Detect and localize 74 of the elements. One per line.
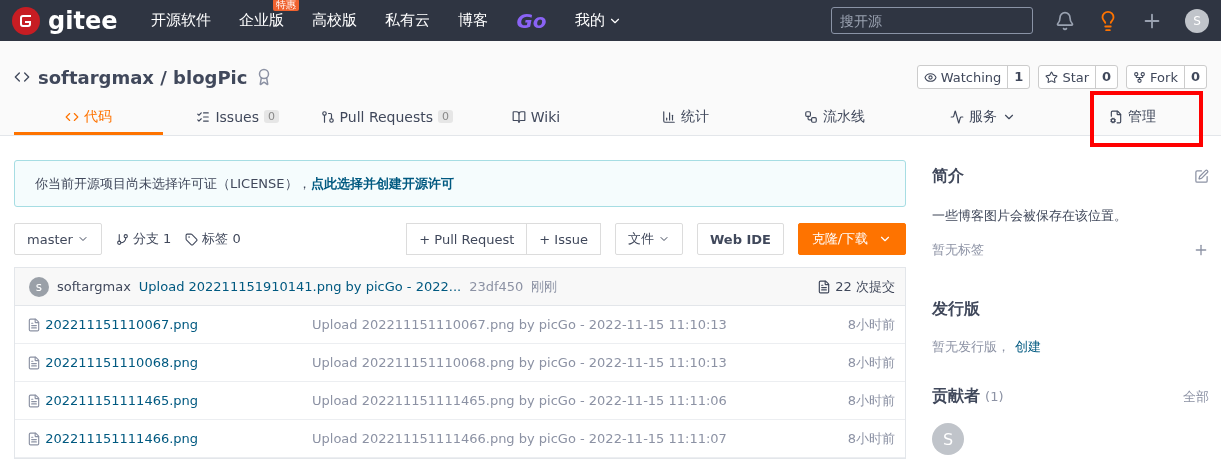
nav-link[interactable]: 开源软件	[151, 11, 212, 30]
nav-link[interactable]: 私有云	[385, 11, 431, 30]
workflow-icon	[803, 109, 818, 124]
bell-icon[interactable]	[1055, 10, 1075, 31]
nav-link[interactable]: 高校版	[312, 11, 358, 30]
pulse-icon	[950, 109, 965, 124]
contributor-count: (1)	[985, 389, 1004, 404]
logo-icon	[12, 6, 40, 35]
commit-time: 刚刚	[531, 277, 558, 296]
repo-tab[interactable]: 统计	[610, 101, 760, 135]
file-time: 8小时前	[847, 315, 895, 334]
tag-icon	[185, 232, 199, 246]
license-link[interactable]: 点此选择并创建开源许可	[310, 174, 454, 193]
section-title: 贡献者	[932, 386, 980, 405]
file-icon	[27, 393, 41, 408]
releases-empty-text: 暂无发行版，	[932, 339, 1010, 354]
repo-title: softargmax / blogPic	[38, 66, 248, 88]
file-time: 8小时前	[847, 429, 895, 448]
file-menu-button[interactable]: 文件	[614, 223, 683, 255]
tags-empty-text: 暂无标签	[932, 241, 984, 259]
create-button[interactable]: + Issue	[526, 223, 601, 255]
count-badge: 0	[263, 110, 279, 123]
file-icon	[27, 431, 41, 446]
fork-button[interactable]: Fork 0	[1126, 65, 1207, 89]
file-icon	[27, 317, 41, 332]
file-name[interactable]: 202211151111466.png	[41, 431, 312, 446]
commit-message[interactable]: Upload 202211151910141.png by picGo - 2022...	[138, 279, 462, 294]
book-icon	[511, 109, 526, 124]
file-icon	[27, 355, 41, 370]
file-name[interactable]: 202211151110068.png	[41, 355, 312, 370]
branch-select[interactable]: master	[14, 223, 102, 255]
watch-button[interactable]: Watching 1	[916, 65, 1031, 89]
create-button[interactable]: + Pull Request	[406, 223, 528, 255]
section-title: 简介	[932, 166, 964, 187]
promo-badge: 特惠	[273, 0, 300, 11]
fork-icon	[1133, 70, 1147, 84]
code-icon	[14, 69, 30, 85]
branches-link[interactable]: 分支 1	[115, 230, 172, 248]
commit-author[interactable]: softargmax	[57, 279, 131, 294]
repo-tab[interactable]: Pull Requests 0	[312, 101, 462, 135]
create-release-link[interactable]: 创建	[1015, 339, 1042, 354]
commits-link[interactable]: 22 次提交	[817, 277, 895, 296]
commit-hash: 23df450	[469, 279, 524, 294]
logo-text[interactable]: gitee	[48, 6, 118, 35]
nav-link[interactable]: 我的	[574, 11, 622, 30]
pull-request-icon	[320, 109, 335, 124]
repo-tab[interactable]: 流水线	[759, 101, 909, 135]
star-button[interactable]: Star 0	[1038, 65, 1119, 89]
star-icon	[1045, 70, 1059, 84]
document-gear-icon	[1108, 109, 1123, 124]
web-ide-button[interactable]: Web IDE	[696, 223, 784, 255]
notice-text: 你当前开源项目尚未选择许可证（LICENSE），	[35, 174, 311, 193]
bar-chart-icon	[661, 109, 676, 124]
repo-tab[interactable]: Wiki	[461, 101, 611, 135]
file-name[interactable]: 202211151110067.png	[41, 317, 312, 332]
repo-tab[interactable]: 管理	[1057, 101, 1207, 135]
section-title: 发行版	[932, 299, 980, 318]
nav-link[interactable]: 博客	[458, 11, 489, 30]
count-badge: 0	[438, 110, 454, 123]
author-avatar: s	[29, 276, 49, 297]
branch-icon	[115, 232, 129, 246]
repo-tab[interactable]: 服务	[908, 101, 1058, 135]
nav-link[interactable]: 企业版	[239, 11, 285, 30]
file-time: 8小时前	[847, 391, 895, 410]
eye-icon	[923, 70, 937, 84]
file-time: 8小时前	[847, 353, 895, 372]
file-name[interactable]: 202211151111465.png	[41, 393, 312, 408]
repo-description: 一些博客图片会被保存在该位置。	[932, 208, 1127, 223]
repo-tab[interactable]: Issues 0	[163, 101, 313, 135]
tags-link[interactable]: 标签 0	[185, 230, 241, 248]
search-field[interactable]: 搜开源	[831, 7, 1033, 34]
edit-icon[interactable]	[1194, 169, 1209, 184]
document-icon	[817, 279, 832, 294]
list-icon	[196, 109, 211, 124]
